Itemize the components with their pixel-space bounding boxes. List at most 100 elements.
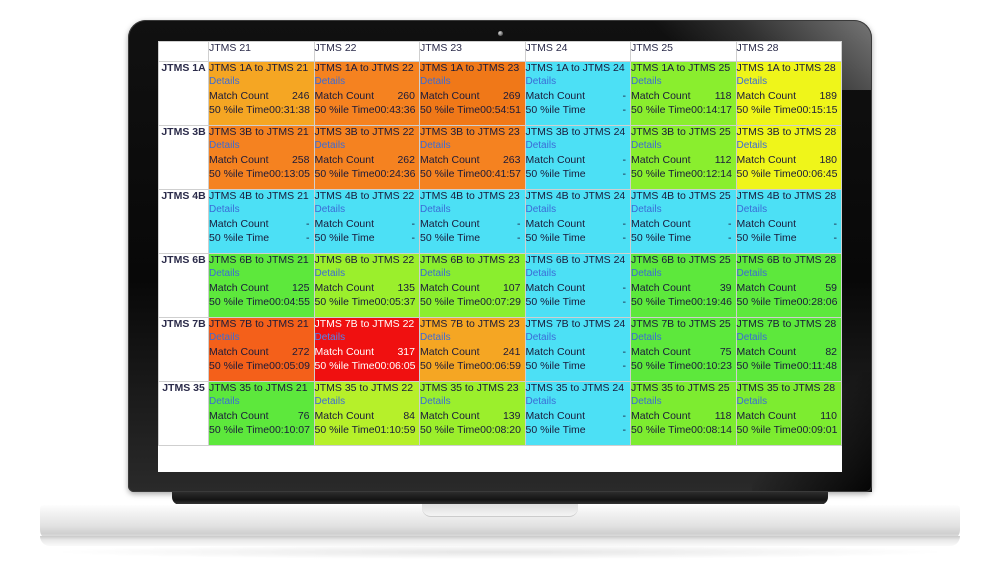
matrix-cell-3-2[interactable]: JTMS 6B to JTMS 23 Details Match Count 107 5… <box>419 253 526 318</box>
details-link[interactable]: Details <box>631 203 736 217</box>
matrix-cell-1-1[interactable]: JTMS 3B to JTMS 22 Details Match Count 262 5… <box>313 125 420 190</box>
matrix-cell-2-1[interactable]: JTMS 4B to JTMS 22 Details Match Count -50 … <box>313 189 420 254</box>
matrix-cell-1-0[interactable]: JTMS 3B to JTMS 21 Details Match Count 258 5… <box>208 125 315 190</box>
match-count-label: Match Count <box>420 346 480 358</box>
pctile-time-row: 50 %ile Time 00:05:37 <box>315 295 420 309</box>
matrix-cell-4-5[interactable]: JTMS 7B to JTMS 28 Details Match Count 82 50… <box>735 317 842 382</box>
pctile-time-label: 50 %ile Time <box>314 424 375 436</box>
matrix-cell-3-3[interactable]: JTMS 6B to JTMS 24 Details Match Count -50 … <box>524 253 631 318</box>
details-link[interactable]: Details <box>526 267 631 281</box>
details-link[interactable]: Details <box>209 331 314 345</box>
details-link[interactable]: Details <box>209 203 314 217</box>
match-count-value: 180 <box>819 154 837 166</box>
details-link[interactable]: Details <box>631 395 736 409</box>
matrix-cell-0-2[interactable]: JTMS 1A to JTMS 23 Details Match Count 269 5… <box>419 61 526 126</box>
pctile-time-value: 00:15:15 <box>796 104 838 116</box>
pctile-time-label: 50 %ile Time <box>314 104 375 116</box>
matrix-cell-0-0[interactable]: JTMS 1A to JTMS 21 Details Match Count 246 5… <box>208 61 315 126</box>
details-link[interactable]: Details <box>737 395 842 409</box>
details-link[interactable]: Details <box>420 75 525 89</box>
details-link[interactable]: Details <box>420 203 525 217</box>
matrix-body: JTMS 1A JTMS 1A to JTMS 21 Details Match Co… <box>158 61 842 446</box>
matrix-cell-5-0[interactable]: JTMS 35 to JTMS 21 Details Match Count 76 50… <box>208 381 315 446</box>
details-link[interactable]: Details <box>209 267 314 281</box>
matrix-cell-1-3[interactable]: JTMS 3B to JTMS 24 Details Match Count -50 … <box>524 125 631 190</box>
details-link[interactable]: Details <box>631 331 736 345</box>
match-count-label: Match Count <box>209 282 269 294</box>
details-link[interactable]: Details <box>737 203 842 217</box>
pctile-time-value: 00:06:45 <box>796 168 838 180</box>
matrix-cell-3-0[interactable]: JTMS 6B to JTMS 21 Details Match Count 125 5… <box>208 253 315 318</box>
matrix-cell-2-5[interactable]: JTMS 4B to JTMS 28 Details Match Count -50 … <box>735 189 842 254</box>
matrix-cell-3-1[interactable]: JTMS 6B to JTMS 22 Details Match Count 135 5… <box>313 253 420 318</box>
details-link[interactable]: Details <box>420 331 525 345</box>
details-link[interactable]: Details <box>315 139 420 153</box>
pctile-time-row: 50 %ile Time 00:08:14 <box>631 423 736 437</box>
details-link[interactable]: Details <box>315 331 420 345</box>
matrix-cell-1-4[interactable]: JTMS 3B to JTMS 25 Details Match Count 112 5… <box>630 125 737 190</box>
match-count-value: 258 <box>291 154 310 166</box>
details-link[interactable]: Details <box>526 203 631 217</box>
details-link[interactable]: Details <box>315 203 420 217</box>
match-count-label: Match Count <box>420 218 480 230</box>
matrix-cell-5-3[interactable]: JTMS 35 to JTMS 24 Details Match Count -50 … <box>524 381 631 446</box>
details-link[interactable]: Details <box>209 139 314 153</box>
pctile-time-row: 50 %ile Time 00:19:46 <box>631 295 736 309</box>
details-link[interactable]: Details <box>737 267 842 281</box>
details-link[interactable]: Details <box>631 139 736 153</box>
details-link[interactable]: Details <box>315 75 420 89</box>
details-link[interactable]: Details <box>526 75 631 89</box>
matrix-cell-2-0[interactable]: JTMS 4B to JTMS 21 Details Match Count -50 … <box>208 189 315 254</box>
matrix-cell-2-3[interactable]: JTMS 4B to JTMS 24 Details Match Count -50 … <box>524 189 631 254</box>
matrix-cell-4-3[interactable]: JTMS 7B to JTMS 24 Details Match Count -50 … <box>524 317 631 382</box>
details-link[interactable]: Details <box>315 395 420 409</box>
matrix-cell-1-5[interactable]: JTMS 3B to JTMS 28 Details Match Count 180 5… <box>735 125 842 190</box>
pctile-time-value: 00:07:29 <box>480 296 521 308</box>
match-count-value: 262 <box>397 154 415 166</box>
matrix-cell-2-2[interactable]: JTMS 4B to JTMS 23 Details Match Count -50 … <box>419 189 526 254</box>
details-link[interactable]: Details <box>631 267 736 281</box>
matrix-cell-5-4[interactable]: JTMS 35 to JTMS 25 Details Match Count 118 5… <box>630 381 737 446</box>
pctile-time-value: - <box>622 104 627 116</box>
matrix-cell-5-2[interactable]: JTMS 35 to JTMS 23 Details Match Count 139 5… <box>419 381 526 446</box>
matrix-cell-0-5[interactable]: JTMS 1A to JTMS 28 Details Match Count 189 5… <box>735 61 842 126</box>
matrix-cell-2-4[interactable]: JTMS 4B to JTMS 25 Details Match Count -50 … <box>630 189 737 254</box>
cell-title: JTMS 1A to JTMS 24 <box>525 62 625 74</box>
pctile-time-value: 00:19:46 <box>691 296 732 308</box>
pctile-time-label: 50 %ile Time <box>314 168 375 180</box>
details-link[interactable]: Details <box>209 75 314 89</box>
match-count-label: Match Count <box>631 154 691 166</box>
pctile-time-value: 00:31:38 <box>269 104 310 116</box>
details-link[interactable]: Details <box>631 75 736 89</box>
pctile-time-label: 50 %ile Time <box>209 168 270 180</box>
details-link[interactable]: Details <box>526 395 631 409</box>
matrix-cell-4-2[interactable]: JTMS 7B to JTMS 23 Details Match Count 241 5… <box>419 317 526 382</box>
match-count-value: - <box>306 218 310 230</box>
details-link[interactable]: Details <box>420 139 525 153</box>
details-link[interactable]: Details <box>737 331 842 345</box>
matrix-cell-0-1[interactable]: JTMS 1A to JTMS 22 Details Match Count 260 5… <box>313 61 420 126</box>
match-count-row: Match Count 258 <box>209 153 314 167</box>
details-link[interactable]: Details <box>737 139 842 153</box>
details-link[interactable]: Details <box>420 395 525 409</box>
matrix-cell-0-3[interactable]: JTMS 1A to JTMS 24 Details Match Count -50 … <box>524 61 631 126</box>
details-link[interactable]: Details <box>737 75 842 89</box>
matrix-cell-4-1[interactable]: JTMS 7B to JTMS 22 Details Match Count 317 5… <box>313 317 420 382</box>
matrix-cell-4-4[interactable]: JTMS 7B to JTMS 25 Details Match Count 75 50… <box>630 317 737 382</box>
matrix-cell-5-1[interactable]: JTMS 35 to JTMS 22 Details Match Count 84 50… <box>313 381 420 446</box>
match-count-row: Match Count 139 <box>420 409 525 423</box>
details-link[interactable]: Details <box>315 267 420 281</box>
matrix-cell-0-4[interactable]: JTMS 1A to JTMS 25 Details Match Count 118 5… <box>630 61 737 126</box>
details-link[interactable]: Details <box>526 331 631 345</box>
matrix-cell-3-5[interactable]: JTMS 6B to JTMS 28 Details Match Count 59 50… <box>735 253 842 318</box>
details-link[interactable]: Details <box>526 139 631 153</box>
pctile-time-label: 50 %ile Time <box>314 296 375 308</box>
details-link[interactable]: Details <box>420 267 525 281</box>
matrix-cell-5-5[interactable]: JTMS 35 to JTMS 28 Details Match Count 110 5… <box>735 381 842 446</box>
match-count-row: Match Count 180 <box>737 153 842 167</box>
matrix-cell-1-2[interactable]: JTMS 3B to JTMS 23 Details Match Count 263 5… <box>419 125 526 190</box>
match-count-row: Match Count 112 <box>631 153 736 167</box>
matrix-cell-3-4[interactable]: JTMS 6B to JTMS 25 Details Match Count 39 50… <box>630 253 737 318</box>
matrix-cell-4-0[interactable]: JTMS 7B to JTMS 21 Details Match Count 272 5… <box>208 317 315 382</box>
details-link[interactable]: Details <box>209 395 314 409</box>
